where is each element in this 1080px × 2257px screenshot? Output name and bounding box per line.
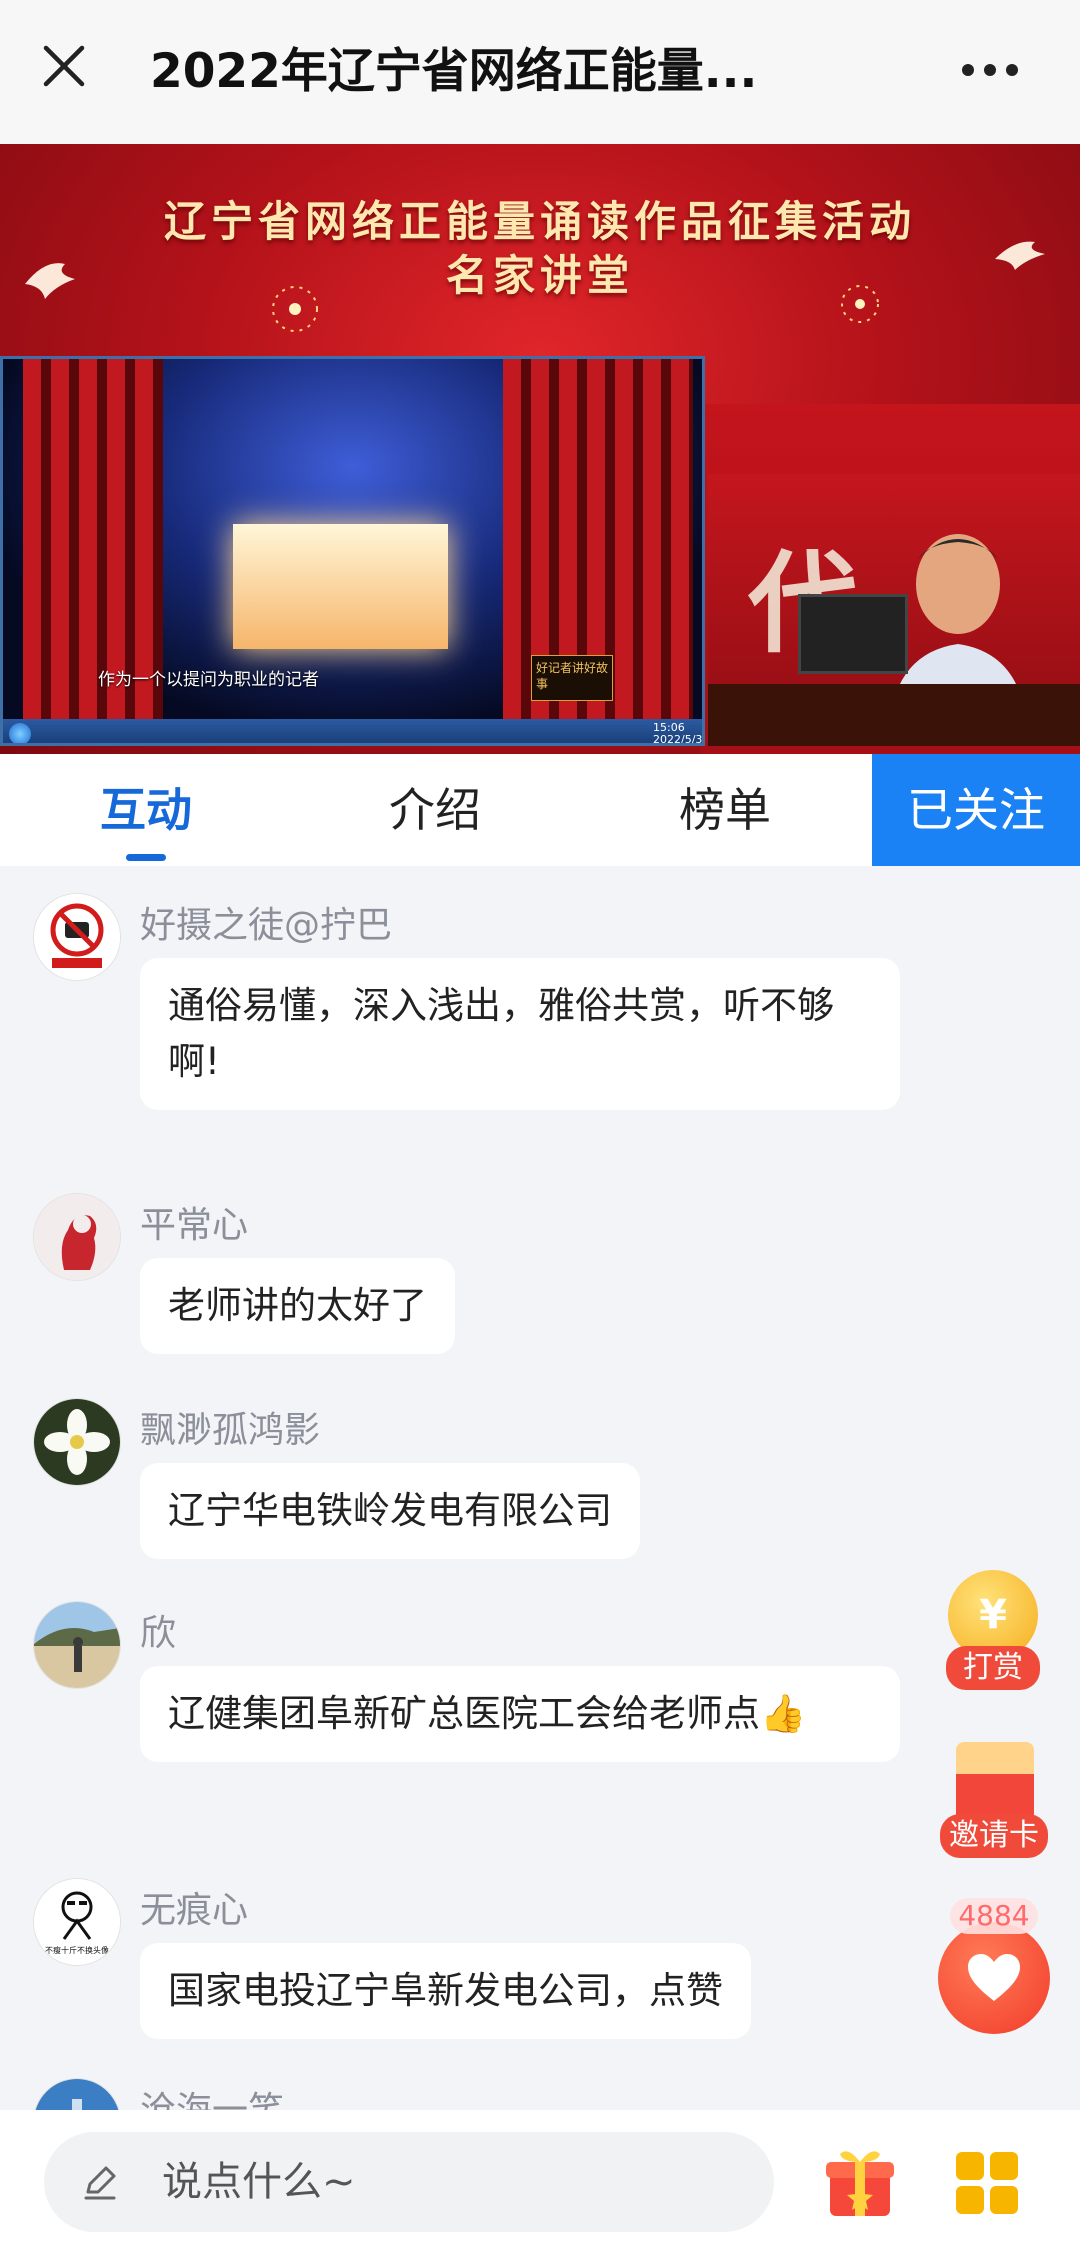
event-heading: 辽宁省网络正能量诵读作品征集活动: [163, 197, 916, 246]
red-papercut-profile-avatar[interactable]: [34, 1194, 120, 1280]
tab-introduction[interactable]: 介绍: [335, 754, 535, 866]
active-tab-indicator: [126, 854, 166, 861]
desktop-taskbar: 15:06 2022/5/31: [3, 719, 705, 746]
pencil-icon: [84, 2166, 116, 2200]
red-envelope-icon: [956, 1742, 1034, 1822]
bottom-bar: 说点什么~: [0, 2110, 1080, 2257]
desk: [708, 684, 1080, 746]
reward-label: 打赏: [946, 1646, 1040, 1690]
close-icon: [43, 45, 85, 87]
comment-username: 沧海一笑: [140, 2081, 284, 2110]
comment-username: 飘渺孤鸿影: [140, 1410, 321, 1451]
comment-username: 欣: [140, 1613, 177, 1654]
like-button[interactable]: 4884: [938, 1898, 1050, 2034]
event-subheading: 名家讲堂: [445, 251, 634, 300]
windows-start-icon: [9, 723, 31, 743]
comment-item: 沧海一笑: [0, 2051, 1000, 2110]
beach-photo-avatar[interactable]: [34, 1602, 120, 1688]
comment-item: 好摄之徒@拧巴 通俗易懂，深入浅出，雅俗共赏，听不够啊!: [0, 866, 1000, 1126]
projected-screen: 作为一个以提问为职业的记者 好记者讲好故事 15:06 2022/5/31: [0, 356, 705, 746]
comment-username: 好摄之徒@拧巴: [140, 905, 393, 946]
heart-like: [938, 1922, 1050, 2034]
invite-label: 邀请卡: [940, 1814, 1048, 1858]
follow-button[interactable]: 已关注: [872, 754, 1080, 866]
comment-item: 不瘦十斤不换头像 无痕心 国家电投辽宁阜新发电公司，点赞: [0, 1851, 1000, 2051]
input-placeholder: 说点什么~: [162, 2159, 356, 2205]
tab-bar: 互动 介绍 榜单 已关注: [0, 754, 1080, 866]
like-count: 4884: [950, 1898, 1038, 1934]
white-flower-avatar[interactable]: [34, 1399, 120, 1485]
comment-item: 平常心 老师讲的太好了: [0, 1166, 1000, 1366]
tab-interaction[interactable]: 互动: [46, 754, 246, 866]
taskbar-clock: 15:06 2022/5/31: [653, 721, 705, 746]
speaker-camera-view: 代: [708, 474, 1080, 746]
comment-item: 飘渺孤鸿影 辽宁华电铁岭发电有限公司: [0, 1371, 1000, 1571]
gift-box-icon: [826, 2151, 894, 2216]
page-title: 2022年辽宁省网络正能量...: [150, 44, 758, 99]
close-button[interactable]: [34, 36, 94, 96]
reward-button[interactable]: ¥ 打赏: [946, 1570, 1040, 1690]
top-bar: 2022年辽宁省网络正能量...: [0, 0, 1080, 145]
no-camera-sign-avatar[interactable]: [34, 894, 120, 980]
comment-username: 平常心: [140, 1205, 249, 1246]
cartoon-meme-avatar[interactable]: 不瘦十斤不换头像: [34, 1879, 120, 1965]
laptop: [798, 594, 908, 674]
program-logo: 好记者讲好故事: [531, 655, 613, 701]
comment-input[interactable]: 说点什么~: [44, 2132, 774, 2232]
avatar-caption: 不瘦十斤不换头像: [45, 1946, 109, 1955]
grid-apps-icon: [956, 2152, 1018, 2214]
comment-text: 国家电投辽宁阜新发电公司，点赞: [140, 1943, 751, 2039]
city-skyline-avatar[interactable]: [34, 2079, 120, 2110]
comment-text: 辽宁华电铁岭发电有限公司: [140, 1463, 640, 1559]
comment-text: 通俗易懂，深入浅出，雅俗共赏，听不够啊!: [140, 958, 900, 1110]
comment-list[interactable]: 好摄之徒@拧巴 通俗易懂，深入浅出，雅俗共赏，听不够啊! 平常心 老师讲的太好了: [0, 866, 1080, 2110]
invite-card-button[interactable]: 邀请卡: [940, 1742, 1048, 1862]
heart-icon: [968, 1954, 1020, 2001]
comment-text: 辽健集团阜新矿总医院工会给老师点👍: [140, 1666, 900, 1762]
more-dots-icon: [962, 64, 1018, 76]
live-video-player[interactable]: 辽宁省网络正能量诵读作品征集活动 名家讲堂 作为一个以提问为职业的记者 好记者讲…: [0, 144, 1080, 754]
tab-leaderboard[interactable]: 榜单: [625, 754, 825, 866]
comment-text: 老师讲的太好了: [140, 1258, 455, 1354]
comment-username: 无痕心: [140, 1890, 249, 1931]
stage-display: [233, 524, 448, 649]
more-button[interactable]: [950, 40, 1030, 100]
gift-button[interactable]: [820, 2142, 900, 2222]
comment-item: 欣 辽健集团阜新矿总医院工会给老师点👍: [0, 1574, 1000, 1844]
video-subtitle: 作为一个以提问为职业的记者: [98, 670, 319, 690]
more-apps-button[interactable]: [952, 2148, 1022, 2218]
